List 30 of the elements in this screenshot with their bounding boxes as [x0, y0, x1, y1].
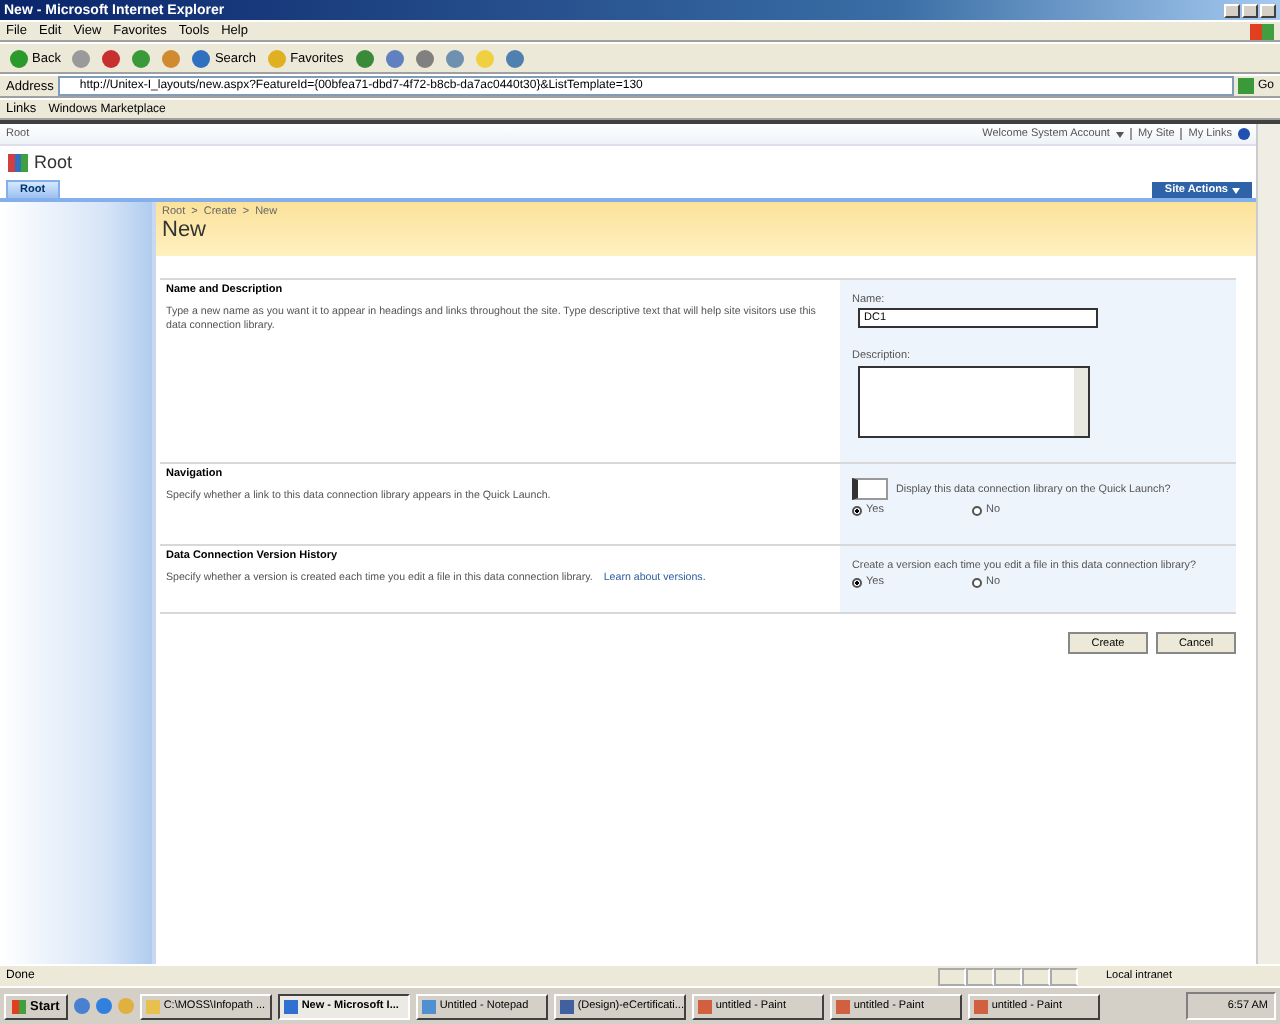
toolbar-button[interactable] [351, 49, 378, 67]
close-button[interactable] [1260, 3, 1276, 17]
quick-launch-icon [852, 478, 888, 500]
description-field[interactable] [858, 366, 1090, 438]
toolbar-button[interactable] [98, 49, 125, 67]
toolbar-button[interactable] [501, 49, 528, 67]
help-icon[interactable] [1238, 128, 1250, 140]
radio-button[interactable] [972, 577, 982, 587]
status-panes [938, 967, 1078, 985]
toolbar-button[interactable] [381, 49, 408, 67]
radio-button[interactable] [852, 505, 862, 515]
site-title[interactable]: Root [34, 152, 73, 172]
maximize-button[interactable] [1242, 3, 1258, 17]
radio-button[interactable] [972, 505, 982, 515]
radio-button[interactable] [852, 577, 862, 587]
toolbar-button[interactable] [68, 49, 95, 67]
toolbar-button[interactable] [441, 49, 468, 67]
browser-icon[interactable] [95, 998, 112, 1014]
quick-launch-icon[interactable] [73, 998, 90, 1014]
toolbar-button[interactable] [128, 49, 155, 67]
minimize-button[interactable] [1224, 3, 1240, 17]
page-title: New [162, 218, 209, 242]
site-logo-icon [8, 153, 28, 171]
toolbar-button[interactable] [411, 49, 438, 67]
toolbar-button[interactable] [158, 49, 185, 67]
scrollbar[interactable] [1256, 124, 1280, 964]
scrollbar[interactable] [1074, 368, 1088, 436]
windows-logo-icon [1250, 23, 1274, 39]
caret-icon [1232, 187, 1240, 193]
caret-icon[interactable] [1115, 131, 1124, 137]
